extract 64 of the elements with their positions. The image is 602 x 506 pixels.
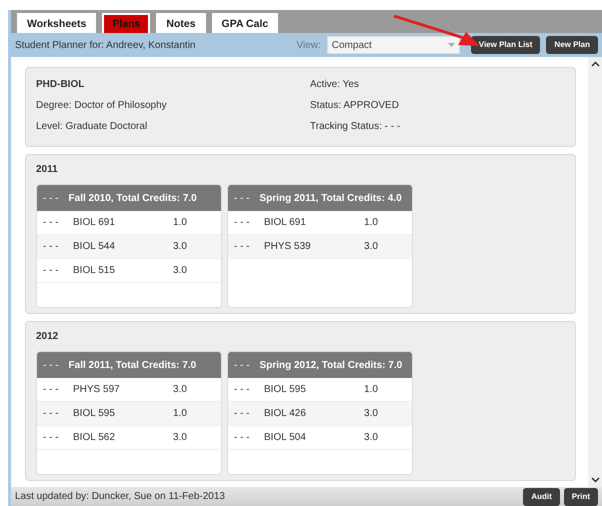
view-dropdown[interactable]: Compact — [326, 36, 460, 54]
term-title: Fall 2010, Total Credits: 7.0 — [68, 192, 197, 206]
term-marker: - - - — [43, 358, 59, 372]
footer-button[interactable]: Print — [564, 488, 598, 506]
course-credits: 1.0 — [364, 216, 378, 230]
course-code: PHYS 539 — [264, 240, 312, 254]
plan-detail: Degree: Doctor of Philosophy — [36, 99, 168, 113]
course-code: BIOL 515 — [73, 264, 116, 278]
course-status: - - - — [43, 264, 60, 278]
course-code: BIOL 595 — [73, 407, 116, 421]
course-credits: 1.0 — [364, 383, 378, 397]
course-credits: 1.0 — [173, 407, 187, 421]
course-status: - - - — [234, 216, 251, 230]
course-status: - - - — [43, 240, 60, 254]
toolbar-button[interactable]: View Plan List — [470, 36, 540, 54]
course-code: BIOL 691 — [73, 216, 116, 230]
term-marker: - - - — [234, 358, 250, 372]
course-credits: 1.0 — [173, 216, 187, 230]
plan-detail: Active: Yes — [310, 78, 360, 92]
course-code: PHYS 597 — [73, 383, 121, 397]
course-status: - - - — [234, 383, 251, 397]
term-marker: - - - — [43, 192, 59, 206]
toolbar-button[interactable]: New Plan — [546, 36, 598, 54]
year-heading: 2012 — [36, 330, 60, 344]
course-credits: 3.0 — [364, 431, 378, 445]
course-code: BIOL 595 — [264, 383, 307, 397]
course-credits: 3.0 — [173, 264, 187, 278]
course-status: - - - — [43, 383, 60, 397]
plan-detail: Status: APPROVED — [310, 99, 400, 113]
scroll-down-icon[interactable] — [590, 477, 600, 483]
view-label: View: — [296, 38, 321, 52]
plan-code: PHD-BIOL — [36, 78, 86, 92]
course-code: BIOL 426 — [264, 407, 307, 421]
term-title: Spring 2011, Total Credits: 4.0 — [260, 192, 402, 206]
course-status: - - - — [234, 407, 251, 421]
plan-detail: Tracking Status: - - - — [310, 120, 402, 134]
course-credits: 3.0 — [173, 240, 187, 254]
course-status: - - - — [234, 431, 251, 445]
course-credits: 3.0 — [364, 407, 378, 421]
course-status: - - - — [234, 240, 251, 254]
dropdown-caret-icon — [448, 43, 455, 47]
scroll-up-icon[interactable] — [590, 61, 600, 67]
term-marker: - - - — [234, 192, 250, 206]
course-code: BIOL 562 — [73, 431, 116, 445]
tab[interactable]: Notes — [156, 13, 206, 33]
plan-detail: Level: Graduate Doctoral — [36, 120, 148, 134]
course-status: - - - — [43, 216, 60, 230]
course-credits: 3.0 — [364, 240, 378, 254]
term-title: Spring 2012, Total Credits: 7.0 — [260, 358, 402, 372]
course-credits: 3.0 — [173, 431, 187, 445]
tab[interactable]: GPA Calc — [212, 13, 278, 33]
footer-button[interactable]: Audit — [523, 488, 560, 506]
course-code: BIOL 544 — [73, 240, 116, 254]
course-credits: 3.0 — [173, 383, 187, 397]
year-heading: 2011 — [36, 163, 59, 177]
scrollbar[interactable] — [588, 57, 602, 487]
tab[interactable]: Worksheets — [17, 13, 96, 33]
course-code: BIOL 691 — [264, 216, 307, 230]
term-title: Fall 2011, Total Credits: 7.0 — [68, 358, 196, 372]
course-code: BIOL 504 — [264, 431, 307, 445]
course-status: - - - — [43, 431, 60, 445]
course-status: - - - — [43, 407, 60, 421]
student-label: Student Planner for: Andreev, Konstantin — [15, 38, 196, 52]
last-updated-text: Last updated by: Duncker, Sue on 11-Feb-2013 — [15, 490, 226, 504]
